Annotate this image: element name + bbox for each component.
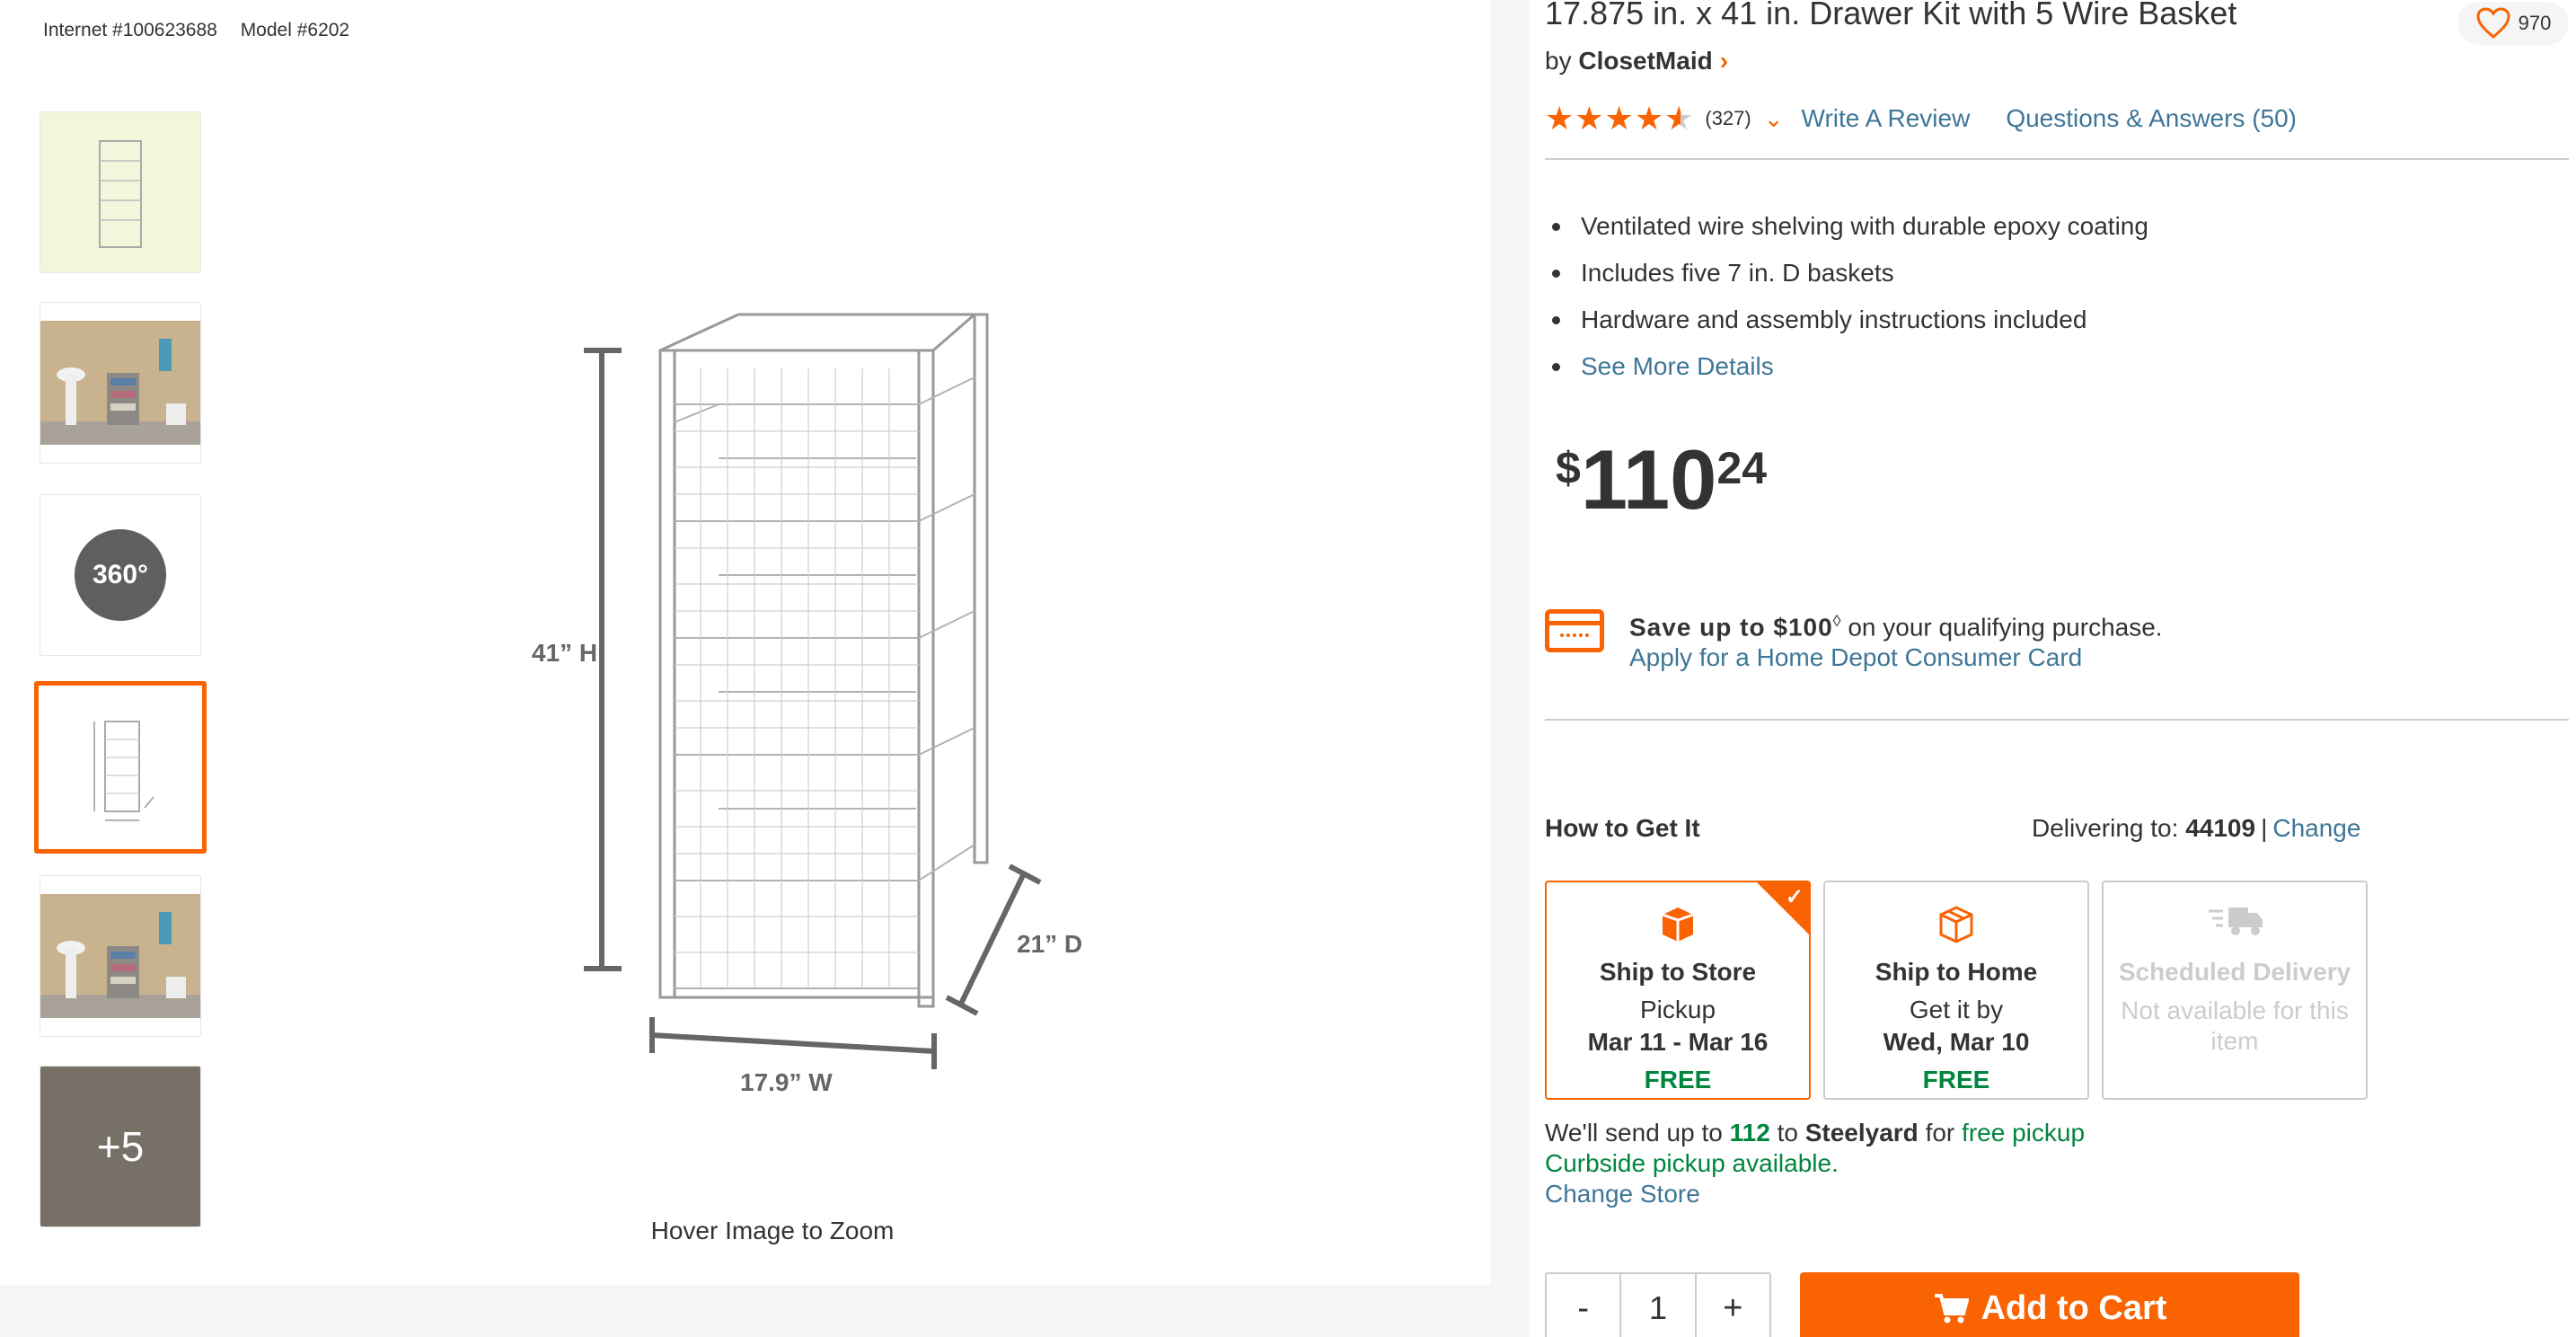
ship-to-store-option[interactable]: ✓ Ship to Store Pickup Mar 11 - Mar 16 F… xyxy=(1545,881,1811,1100)
product-info-panel: 17.875 in. x 41 in. Drawer Kit with 5 Wi… xyxy=(1545,0,2569,1337)
option-sub: Not available for this item xyxy=(2121,996,2349,1055)
credit-card-promo: Save up to $100◊ on your qualifying purc… xyxy=(1545,606,2163,673)
star-rating-icon[interactable]: ★★★★★ ★ xyxy=(1545,100,1694,137)
rating-row: ★★★★★ ★ (327) ⌄ Write A Review Questions … xyxy=(1545,100,2297,137)
chevron-right-icon: › xyxy=(1719,47,1729,75)
option-date: Mar 11 - Mar 16 xyxy=(1587,1028,1769,1056)
heart-icon xyxy=(2476,7,2510,39)
product-title: 17.875 in. x 41 in. Drawer Kit with 5 Wi… xyxy=(1545,0,2237,31)
brand-prefix: by xyxy=(1545,47,1572,75)
thumbnail-5[interactable] xyxy=(40,875,201,1037)
model-number: Model #6202 xyxy=(240,20,350,40)
option-name: Scheduled Delivery xyxy=(2118,958,2351,986)
chevron-down-icon[interactable]: ⌄ xyxy=(1764,105,1784,133)
option-name: Ship to Store xyxy=(1599,958,1757,986)
scheduled-delivery-option: Scheduled Delivery Not available for thi… xyxy=(2102,881,2368,1100)
divider xyxy=(1545,158,2569,160)
pickup-to: to xyxy=(1777,1119,1798,1147)
brand-link[interactable]: ClosetMaid xyxy=(1578,47,1712,75)
thumbnail-1[interactable] xyxy=(40,111,201,273)
price-dollars: 110 xyxy=(1580,432,1717,527)
add-to-cart-button[interactable]: Add to Cart xyxy=(1800,1272,2299,1337)
promo-save-text: Save up to $100 xyxy=(1629,613,1833,642)
wire-drawer-thumb-icon xyxy=(99,140,142,248)
thumbnail-more[interactable]: +5 xyxy=(40,1066,201,1227)
highlight-item: Includes five 7 in. D baskets xyxy=(1545,250,2148,297)
bathroom-photo-thumb-icon xyxy=(40,894,200,1018)
dimensions-thumb-icon xyxy=(93,721,154,821)
credit-card-icon xyxy=(1545,609,1604,652)
option-name: Ship to Home xyxy=(1875,958,2038,986)
option-sub: Get it by xyxy=(1909,996,2004,1023)
pickup-prefix: We'll send up to xyxy=(1545,1119,1723,1147)
delivery-truck-icon xyxy=(2209,908,2263,935)
how-to-get-it-heading: How to Get It xyxy=(1545,814,1700,842)
panel-gutter xyxy=(1491,0,1529,1337)
price-cents: 24 xyxy=(1716,443,1768,493)
ship-to-home-option[interactable]: Ship to Home Get it by Wed, Mar 10 FREE xyxy=(1823,881,2089,1100)
promo-superscript: ◊ xyxy=(1832,612,1841,630)
option-price: FREE xyxy=(1922,1066,1990,1094)
thumbnail-360[interactable]: 360° xyxy=(40,494,201,656)
hover-zoom-hint: Hover Image to Zoom xyxy=(650,1217,895,1244)
apply-card-link[interactable]: Apply for a Home Depot Consumer Card xyxy=(1629,642,2163,673)
internet-number: Internet #100623688 xyxy=(43,20,217,40)
increment-button[interactable]: + xyxy=(1697,1274,1769,1337)
delivering-label: Delivering to: xyxy=(2032,814,2179,842)
questions-answers-link[interactable]: Questions & Answers (50) xyxy=(2006,104,2297,133)
dimension-width-label: 17.9” W xyxy=(740,1068,833,1096)
quantity-stepper: - 1 + xyxy=(1545,1272,1771,1337)
gallery-bottom-strip xyxy=(0,1285,1491,1337)
media-gallery: Internet #100623688 Model #6202 360° +5 … xyxy=(0,0,1491,1285)
main-product-image[interactable]: 41” H 21” D 17.9” W xyxy=(485,288,1132,1123)
more-images-count: +5 xyxy=(40,1067,200,1226)
thumbnail-2[interactable] xyxy=(40,302,201,464)
store-box-icon xyxy=(1662,908,1694,942)
product-highlights: Ventilated wire shelving with durable ep… xyxy=(1545,203,2148,390)
price: $11024 xyxy=(1556,431,1767,528)
rotate-360-icon: 360° xyxy=(75,529,166,621)
thumbnail-dimensions-active[interactable] xyxy=(34,681,207,854)
store-name: Steelyard xyxy=(1804,1119,1919,1147)
favorite-button[interactable]: 970 xyxy=(2457,2,2569,45)
dimension-height-label: 41” H xyxy=(532,639,597,667)
brand-line: by ClosetMaid › xyxy=(1545,47,1728,75)
checkmark-icon: ✓ xyxy=(1785,885,1804,909)
add-to-cart-label: Add to Cart xyxy=(1981,1288,2167,1327)
quantity-input[interactable]: 1 xyxy=(1619,1274,1697,1337)
cart-icon xyxy=(1934,1294,1969,1324)
highlight-item: Ventilated wire shelving with durable ep… xyxy=(1545,203,2148,250)
bathroom-photo-thumb-icon xyxy=(40,321,200,445)
option-date: Wed, Mar 10 xyxy=(1883,1028,2030,1056)
delivery-zip: 44109 xyxy=(2185,814,2256,842)
review-count[interactable]: (327) xyxy=(1705,107,1751,130)
divider xyxy=(1545,719,2569,721)
promo-rest: on your qualifying purchase. xyxy=(1840,613,2163,642)
pickup-quantity: 112 xyxy=(1729,1119,1770,1147)
option-price: FREE xyxy=(1644,1066,1712,1094)
see-more-details-link[interactable]: See More Details xyxy=(1545,343,2148,390)
write-review-link[interactable]: Write A Review xyxy=(1802,104,1971,133)
change-zip-link[interactable]: Change xyxy=(2272,814,2360,842)
pickup-info: We'll send up to 112 to Steelyard for fr… xyxy=(1545,1118,2085,1209)
product-identifiers: Internet #100623688 Model #6202 xyxy=(43,20,367,41)
dimension-depth-label: 21” D xyxy=(1017,930,1082,958)
favorites-count: 970 xyxy=(2518,12,2552,34)
price-currency: $ xyxy=(1556,443,1581,493)
highlight-item: Hardware and assembly instructions inclu… xyxy=(1545,297,2148,343)
change-store-link[interactable]: Change Store xyxy=(1545,1179,2085,1209)
package-icon xyxy=(1939,906,1973,943)
delivering-to: Delivering to: 44109 | Change xyxy=(2032,814,2361,842)
option-sub: Pickup xyxy=(1639,996,1716,1023)
decrement-button[interactable]: - xyxy=(1547,1274,1619,1337)
curbside-note: Curbside pickup available. xyxy=(1545,1149,1839,1177)
pickup-for: for xyxy=(1925,1119,1955,1147)
free-pickup: free pickup xyxy=(1962,1119,2086,1147)
